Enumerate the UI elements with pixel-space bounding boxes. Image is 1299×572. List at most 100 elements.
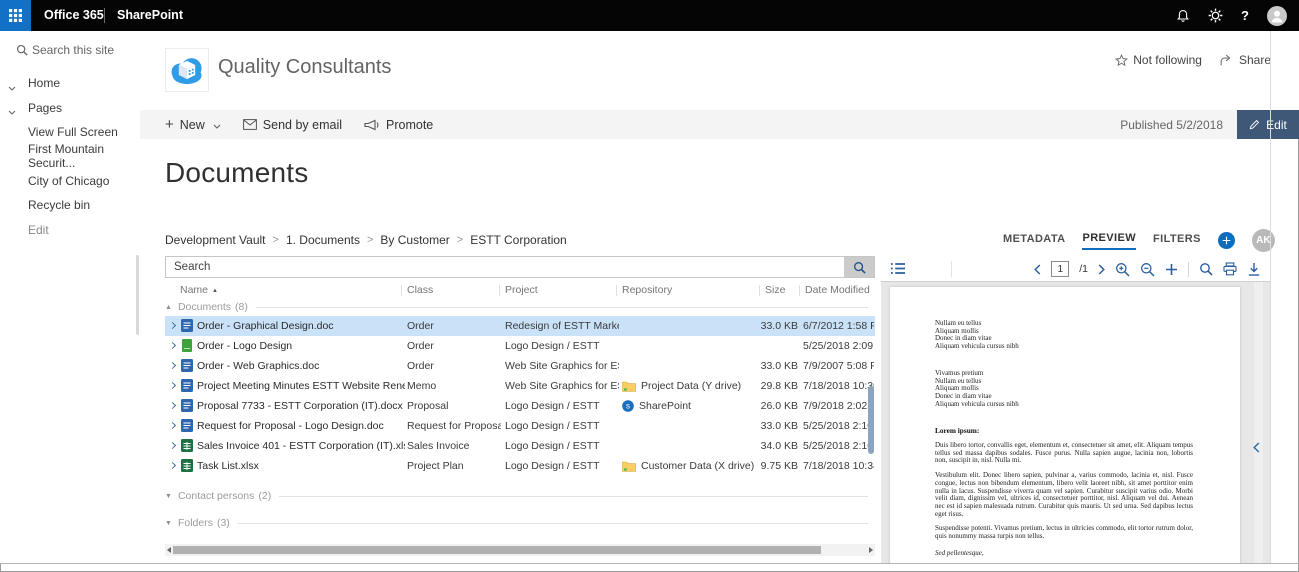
- table-row[interactable]: Project Meeting Minutes ESTT Website Ren…: [165, 376, 875, 396]
- file-name[interactable]: Request for Proposal - Logo Design.doc: [197, 420, 405, 432]
- page-number-input[interactable]: [1051, 261, 1069, 277]
- sidebar-item-edit[interactable]: Edit: [0, 217, 140, 241]
- new-button[interactable]: +New: [165, 117, 221, 132]
- group-count: (3): [217, 517, 230, 529]
- repository-label: SharePoint: [639, 400, 691, 412]
- column-header-repository[interactable]: Repository: [622, 284, 672, 296]
- chevron-right-icon[interactable]: [169, 322, 176, 329]
- group-header-folders[interactable]: ▼ Folders (3): [165, 516, 875, 530]
- cell-class: Request for Proposal: [407, 420, 501, 432]
- group-header-contact-persons[interactable]: ▼ Contact persons (2): [165, 489, 875, 503]
- cell-class: Order: [407, 360, 501, 372]
- sidebar-item-home[interactable]: Home: [0, 71, 140, 95]
- chevron-right-icon[interactable]: [169, 362, 176, 369]
- site-search[interactable]: [16, 43, 140, 57]
- fit-expand-icon[interactable]: [1165, 263, 1178, 276]
- breadcrumb-item[interactable]: By Customer: [380, 233, 449, 247]
- site-title[interactable]: Quality Consultants: [218, 56, 391, 79]
- file-name[interactable]: Project Meeting Minutes ESTT Website Ren…: [197, 380, 405, 392]
- print-icon[interactable]: [1223, 262, 1237, 276]
- breadcrumb-item[interactable]: 1. Documents: [286, 233, 360, 247]
- follow-button[interactable]: Not following: [1115, 53, 1202, 67]
- send-by-email-button[interactable]: Send by email: [243, 118, 342, 132]
- file-name[interactable]: Order - Logo Design: [197, 340, 405, 352]
- download-icon[interactable]: [1247, 262, 1261, 277]
- sidebar-item-pages[interactable]: Pages: [0, 95, 140, 119]
- sidebar-item-recycle-bin[interactable]: Recycle bin: [0, 193, 140, 217]
- horizontal-scrollbar[interactable]: [165, 544, 875, 556]
- cell-project: Logo Design / ESTT: [505, 460, 619, 472]
- file-name[interactable]: Proposal 7733 - ESTT Corporation (IT).do…: [197, 400, 405, 412]
- table-row[interactable]: Order - Logo Design Order Logo Design / …: [165, 336, 875, 356]
- chevron-down-icon[interactable]: [8, 80, 16, 94]
- group-rule: [238, 523, 868, 524]
- column-header-name[interactable]: Name▲: [180, 284, 218, 296]
- document-page[interactable]: Nullam eu tellus Aliquam mollis Donec in…: [890, 287, 1240, 563]
- group-header-documents[interactable]: ▲ Documents (8): [165, 300, 875, 314]
- chevron-right-icon[interactable]: [169, 442, 176, 449]
- person-icon: [1269, 8, 1285, 24]
- breadcrumb-item[interactable]: Development Vault: [165, 233, 266, 247]
- column-header-date-modified[interactable]: Date Modified: [805, 284, 870, 296]
- chevron-right-icon[interactable]: [169, 462, 176, 469]
- chevron-right-icon[interactable]: [169, 422, 176, 429]
- chevron-right-icon[interactable]: [169, 382, 176, 389]
- preview-scrollbar-track[interactable]: [1254, 282, 1263, 563]
- column-header-class[interactable]: Class: [407, 284, 433, 296]
- table-row[interactable]: Order - Web Graphics.doc Order Web Site …: [165, 356, 875, 376]
- user-avatar-ak[interactable]: AK: [1252, 229, 1275, 252]
- chevron-right-icon[interactable]: [169, 342, 176, 349]
- tab-preview[interactable]: PREVIEW: [1082, 232, 1136, 250]
- file-name[interactable]: Task List.xlsx: [197, 460, 405, 472]
- sidebar-item-city-of-chicago[interactable]: City of Chicago: [0, 169, 140, 193]
- app-launcher-button[interactable]: [0, 0, 31, 31]
- file-name[interactable]: Order - Graphical Design.doc: [197, 320, 405, 332]
- file-name[interactable]: Order - Web Graphics.doc: [197, 360, 405, 372]
- table-row[interactable]: Sales Invoice 401 - ESTT Corporation (IT…: [165, 436, 875, 456]
- scroll-left-arrow[interactable]: [167, 547, 171, 553]
- table-row[interactable]: Task List.xlsx Project Plan Logo Design …: [165, 456, 875, 476]
- edit-button[interactable]: Edit: [1237, 110, 1299, 139]
- search-document-icon[interactable]: [1199, 262, 1213, 276]
- column-header-size[interactable]: Size: [765, 284, 785, 296]
- vertical-scrollbar-thumb[interactable]: [868, 386, 874, 454]
- share-button[interactable]: Share: [1220, 53, 1271, 67]
- column-header-project[interactable]: Project: [505, 284, 538, 296]
- user-avatar[interactable]: [1267, 6, 1287, 26]
- promote-button[interactable]: Promote: [364, 118, 433, 132]
- breadcrumb-item[interactable]: ESTT Corporation: [470, 233, 567, 247]
- site-logo[interactable]: [165, 48, 209, 92]
- list-search-button[interactable]: [844, 257, 874, 277]
- settings-gear-icon[interactable]: [1208, 8, 1223, 23]
- detail-tabs: METADATA PREVIEW FILTERS AK: [1003, 229, 1275, 252]
- chevron-right-icon[interactable]: [169, 402, 176, 409]
- zoom-out-icon[interactable]: [1140, 262, 1155, 277]
- tab-filters[interactable]: FILTERS: [1153, 233, 1201, 249]
- scroll-right-arrow[interactable]: [869, 547, 873, 553]
- table-row[interactable]: Request for Proposal - Logo Design.doc R…: [165, 416, 875, 436]
- sidebar-item-first-mountain[interactable]: First Mountain Securit...: [0, 144, 140, 168]
- help-icon[interactable]: ?: [1241, 8, 1249, 23]
- tab-metadata[interactable]: METADATA: [1003, 233, 1065, 249]
- brand-office365[interactable]: Office 365: [44, 0, 104, 31]
- published-status: Published 5/2/2018: [1120, 118, 1223, 132]
- notifications-bell-icon[interactable]: [1176, 9, 1190, 23]
- site-search-input[interactable]: [32, 43, 132, 57]
- sidebar-scrollbar[interactable]: [136, 255, 139, 335]
- table-row[interactable]: Order - Graphical Design.doc Order Redes…: [165, 316, 875, 336]
- file-name[interactable]: Sales Invoice 401 - ESTT Corporation (IT…: [197, 440, 405, 452]
- scrollbar-thumb[interactable]: [173, 546, 821, 554]
- sidebar-item-view-full-screen[interactable]: View Full Screen: [0, 120, 140, 144]
- collapse-panel-icon[interactable]: [1253, 440, 1260, 458]
- brand-sharepoint[interactable]: SharePoint: [117, 0, 183, 31]
- thumbnail-list-icon[interactable]: [890, 262, 906, 275]
- chevron-down-icon[interactable]: [8, 104, 16, 118]
- list-search-input[interactable]: [166, 257, 844, 277]
- zoom-in-icon[interactable]: [1115, 262, 1130, 277]
- table-row[interactable]: Proposal 7733 - ESTT Corporation (IT).do…: [165, 396, 875, 416]
- previous-page-icon[interactable]: [1034, 264, 1041, 275]
- add-circle-button[interactable]: [1218, 232, 1235, 249]
- toolbar-divider: [951, 261, 952, 277]
- next-page-icon[interactable]: [1098, 264, 1105, 275]
- cloud-cube-logo-icon: [167, 50, 207, 90]
